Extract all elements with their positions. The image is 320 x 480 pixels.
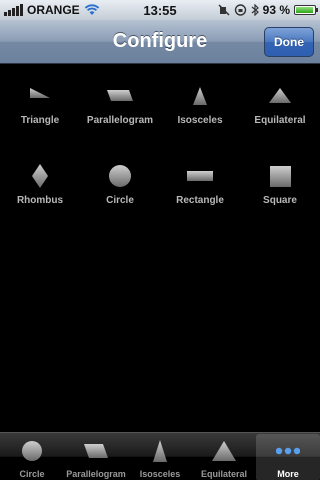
tab-circle[interactable]: Circle <box>0 434 64 480</box>
isosceles-triangle-icon <box>153 440 167 462</box>
shape-label: Rhombus <box>16 195 64 206</box>
tab-isosceles[interactable]: Isosceles <box>128 434 192 480</box>
shape-item-rhombus[interactable]: Rhombus <box>0 145 80 206</box>
shape-item-isosceles[interactable]: Isosceles <box>160 65 240 126</box>
shape-item-parallelogram[interactable]: Parallelogram <box>80 65 160 126</box>
battery-percent: 93 % <box>262 3 290 17</box>
more-dots-icon <box>276 447 300 455</box>
shape-item-equilateral[interactable]: Equilateral <box>240 65 320 126</box>
navigation-bar: Configure Done <box>0 20 320 64</box>
status-bar: ORANGE 13:55 93 % <box>0 0 320 20</box>
done-button[interactable]: Done <box>264 27 314 57</box>
shape-item-square[interactable]: Square <box>240 145 320 206</box>
shape-item-circle[interactable]: Circle <box>80 145 160 206</box>
square-icon <box>270 166 291 187</box>
right-triangle-icon <box>30 88 50 98</box>
tab-label: More <box>277 469 299 479</box>
shape-item-rectangle[interactable]: Rectangle <box>160 145 240 206</box>
battery-icon <box>294 5 318 15</box>
shape-label: Isosceles <box>177 115 223 126</box>
shape-label: Equilateral <box>254 115 306 126</box>
rectangle-icon <box>187 171 213 181</box>
shape-label: Square <box>263 195 297 206</box>
circle-icon <box>22 441 42 461</box>
parallelogram-icon <box>84 444 108 458</box>
shape-label: Rectangle <box>176 195 224 206</box>
shape-item-triangle[interactable]: Triangle <box>0 65 80 126</box>
tab-equilateral[interactable]: Equilateral <box>192 434 256 480</box>
status-right: 93 % <box>218 3 318 17</box>
rotation-lock-icon <box>234 4 246 16</box>
shape-label: Parallelogram <box>86 115 154 126</box>
tab-bar: Circle Parallelogram Isosceles Equilater… <box>0 432 320 480</box>
shapes-grid: Triangle Parallelogram Isosceles Equilat… <box>0 65 320 433</box>
isosceles-triangle-icon <box>193 87 207 105</box>
bluetooth-icon <box>251 4 259 16</box>
tab-parallelogram[interactable]: Parallelogram <box>64 434 128 480</box>
mute-icon <box>218 4 230 16</box>
shape-label: Triangle <box>20 115 60 126</box>
rhombus-icon <box>32 164 48 188</box>
battery-fill <box>296 7 313 13</box>
shape-label: Circle <box>106 195 134 206</box>
equilateral-triangle-icon <box>269 88 291 103</box>
tab-more[interactable]: More <box>256 434 320 480</box>
circle-icon <box>109 165 131 187</box>
equilateral-triangle-icon <box>212 441 236 461</box>
parallelogram-icon <box>107 90 133 101</box>
